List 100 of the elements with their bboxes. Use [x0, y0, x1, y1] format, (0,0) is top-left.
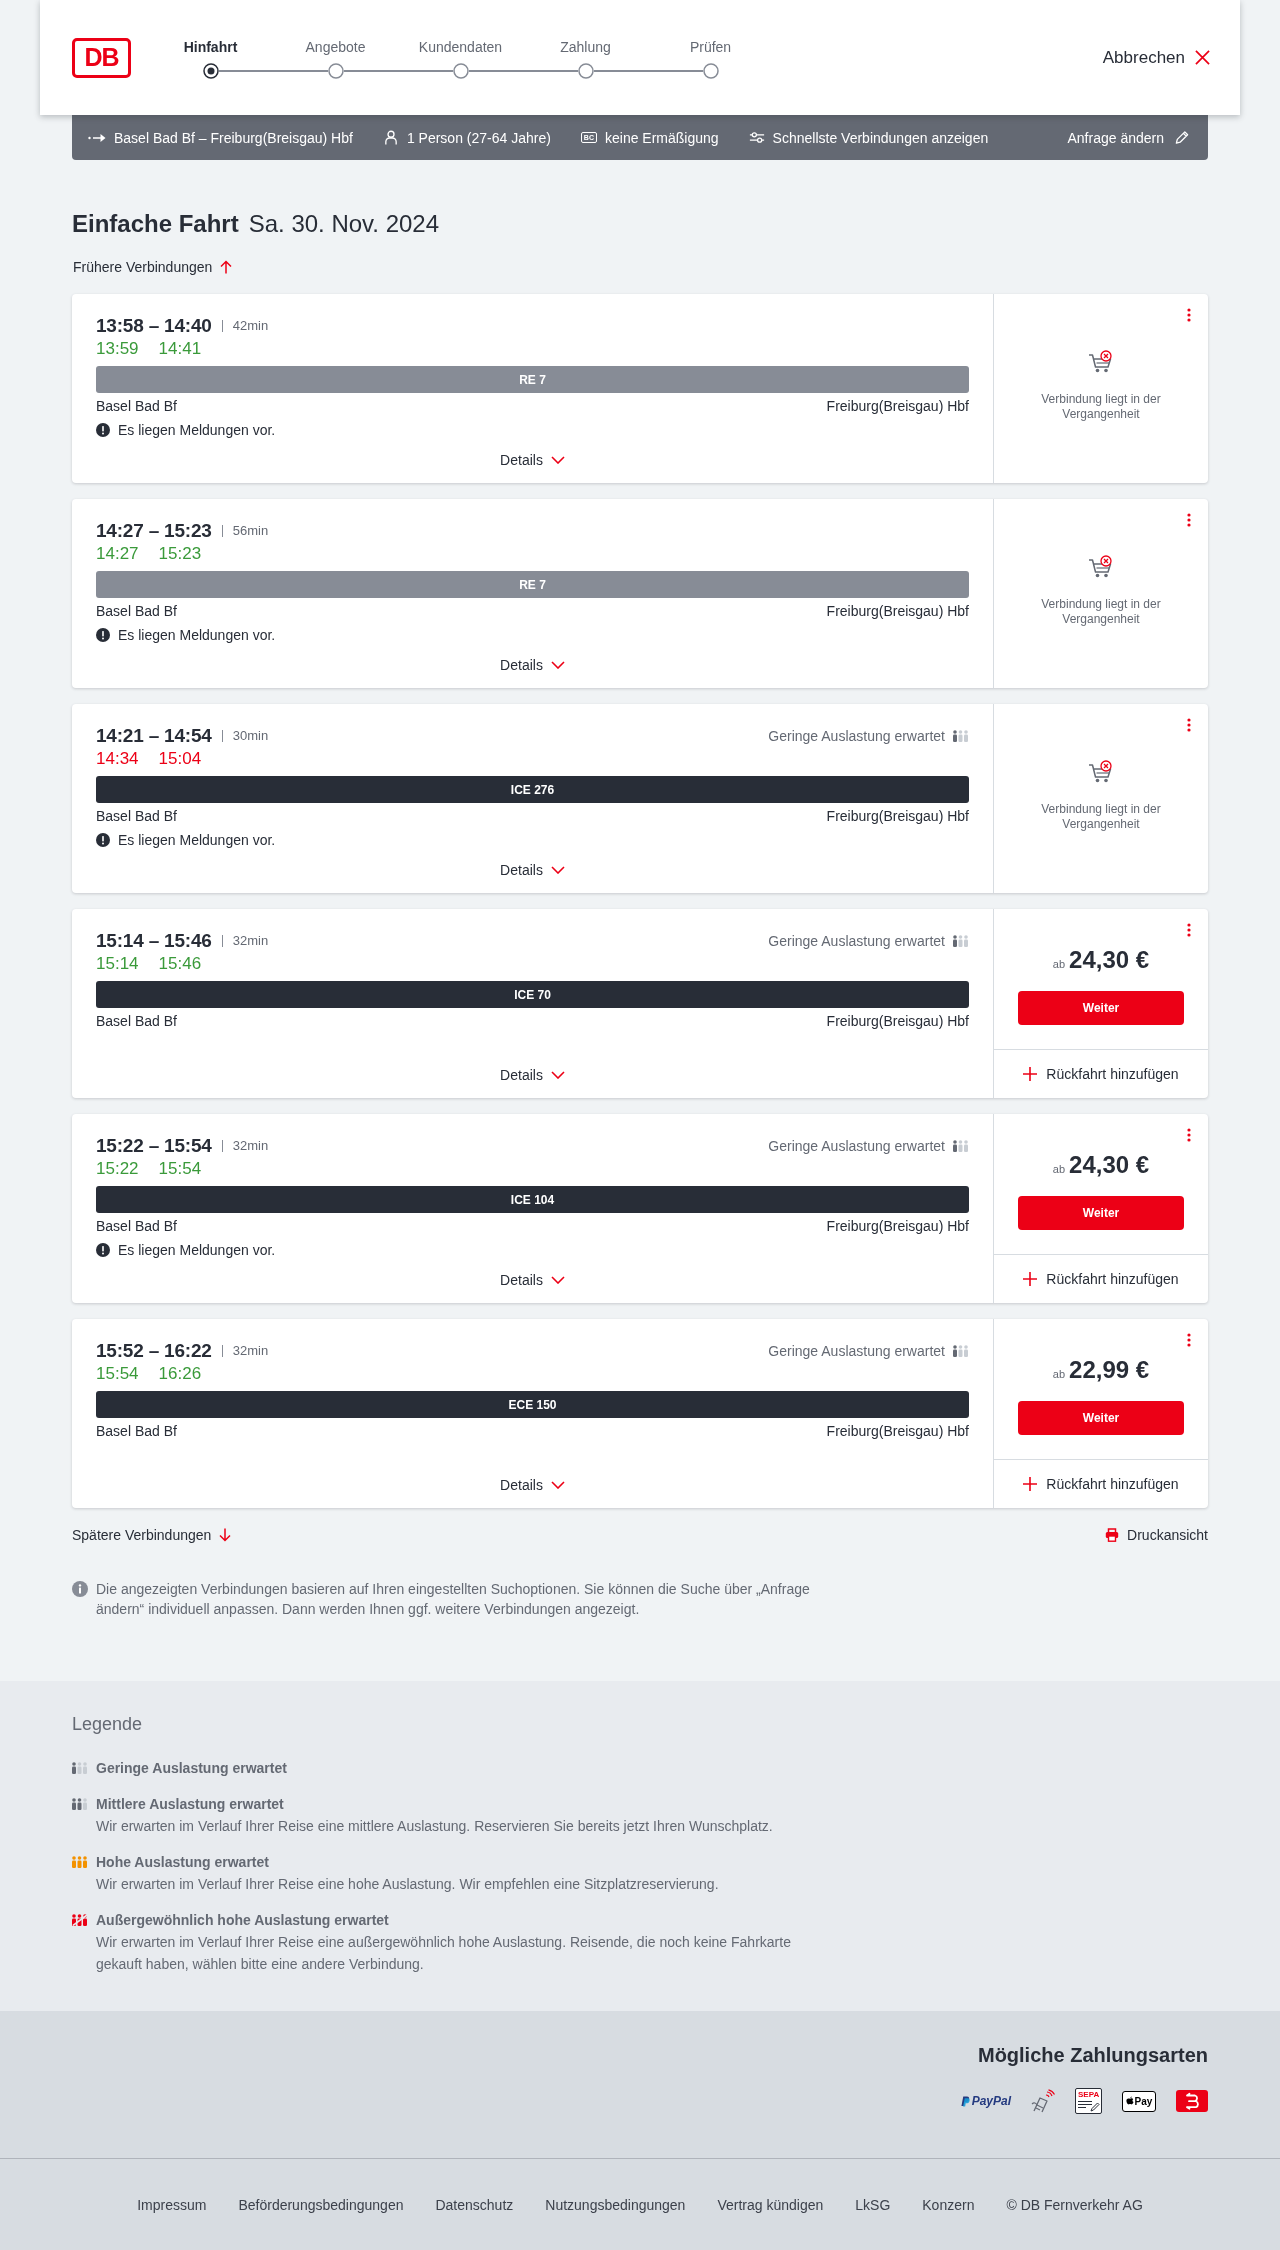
occupancy-label: Geringe Auslastung erwartet: [768, 1138, 945, 1154]
train-bar[interactable]: ICE 70: [96, 981, 969, 1008]
details-toggle[interactable]: Details: [500, 1474, 565, 1496]
footer-link[interactable]: Nutzungsbedingungen: [545, 2197, 686, 2213]
occupancy-icon: [953, 730, 969, 742]
footer-link[interactable]: Datenschutz: [435, 2197, 514, 2213]
later-connections-link[interactable]: Spätere Verbindungen: [72, 1525, 232, 1545]
occupancy-icon: [72, 1914, 88, 1926]
passengers-text: 1 Person (27-64 Jahre): [406, 129, 551, 146]
more-icon: [1187, 308, 1191, 322]
more-icon: [1187, 1333, 1191, 1347]
occupancy-icon: [953, 935, 969, 947]
arrow-down-icon: [219, 1528, 232, 1542]
arrow-up-icon: [220, 260, 233, 274]
arrival-station: Freiburg(Breisgau) Hbf: [826, 1012, 969, 1031]
occupancy-icon: [72, 1798, 88, 1810]
caret-down-icon: [550, 1276, 565, 1284]
duration: 30min: [221, 730, 269, 742]
arrival-station: Freiburg(Breisgau) Hbf: [826, 1422, 969, 1441]
more-options-button[interactable]: [1187, 308, 1191, 322]
duration: 56min: [221, 525, 269, 537]
paypal-label: PayPal: [971, 2094, 1011, 2108]
step-label: Hinfahrt: [183, 37, 238, 57]
person-icon: [382, 130, 399, 145]
cancel-button[interactable]: Abbrechen: [1102, 47, 1210, 68]
occupancy-icon: [72, 1856, 88, 1868]
warning-icon: [96, 1243, 110, 1257]
details-toggle[interactable]: Details: [500, 449, 565, 471]
continue-button[interactable]: Weiter: [1018, 1401, 1184, 1435]
footer-link[interactable]: Beförderungsbedingungen: [238, 2197, 404, 2213]
price-prefix: ab: [1052, 1367, 1066, 1382]
step-label: Zahlung: [560, 37, 611, 57]
notice-text: Es liegen Meldungen vor.: [118, 626, 276, 645]
db-logo[interactable]: DB: [72, 37, 131, 78]
tile-logo-icon: [1176, 2090, 1208, 2112]
details-toggle[interactable]: Details: [500, 1269, 565, 1291]
plus-icon: [1023, 1477, 1038, 1491]
duration: 32min: [221, 1140, 269, 1152]
realtime-time: 15:04: [158, 748, 202, 770]
continue-button[interactable]: Weiter: [1018, 1196, 1184, 1230]
arrival-station: Freiburg(Breisgau) Hbf: [826, 397, 969, 416]
train-bar[interactable]: ICE 276: [96, 776, 969, 803]
route-text: Basel Bad Bf – Freiburg(Breisgau) Hbf: [114, 129, 353, 146]
train-bar[interactable]: ECE 150: [96, 1391, 969, 1418]
more-options-button[interactable]: [1187, 923, 1191, 937]
notice-text: Es liegen Meldungen vor.: [118, 831, 276, 850]
discount-text: keine Ermäßigung: [605, 129, 719, 146]
arrival-station: Freiburg(Breisgau) Hbf: [826, 602, 969, 621]
details-toggle[interactable]: Details: [500, 1064, 565, 1086]
planned-times: 14:21 – 14:54: [96, 724, 212, 748]
close-icon: [1195, 50, 1210, 65]
continue-button[interactable]: Weiter: [1018, 991, 1184, 1025]
copyright-text: © DB Fernverkehr AG: [1006, 2197, 1143, 2213]
print-view-link[interactable]: Druckansicht: [1105, 1525, 1208, 1545]
legend-item-title: Außergewöhnlich hohe Auslastung erwartet: [96, 1911, 390, 1930]
add-return-button[interactable]: Rückfahrt hinzufügen: [994, 1459, 1208, 1508]
unavailable-text: Verbindung liegt in der Vergangenheit: [1040, 596, 1162, 627]
footer-link[interactable]: Vertrag kündigen: [717, 2197, 824, 2213]
payment-title: Mögliche Zahlungsarten: [977, 2043, 1208, 2068]
planned-times: 14:27 – 15:23: [96, 519, 212, 543]
departure-station: Basel Bad Bf: [96, 397, 177, 416]
legend-item-text: Wir erwarten im Verlauf Ihrer Reise eine mittlere Auslastung. Reservieren Sie bereits jetzt Ihren Wunschplatz.: [96, 1817, 774, 1836]
details-toggle[interactable]: Details: [500, 859, 565, 881]
legend-title: Legende: [72, 1713, 144, 1736]
add-return-button[interactable]: Rückfahrt hinzufügen: [994, 1049, 1208, 1098]
price-prefix: ab: [1052, 1162, 1066, 1177]
add-return-button[interactable]: Rückfahrt hinzufügen: [994, 1254, 1208, 1303]
page-title: Einfache Fahrt: [72, 209, 239, 239]
departure-station: Basel Bad Bf: [96, 1422, 177, 1441]
unavailable-text: Verbindung liegt in der Vergangenheit: [1040, 801, 1162, 832]
more-options-button[interactable]: [1187, 718, 1191, 732]
unavailable-text: Verbindung liegt in der Vergangenheit: [1040, 391, 1162, 422]
caret-down-icon: [550, 661, 565, 669]
realtime-time: 16:26: [158, 1363, 202, 1385]
departure-station: Basel Bad Bf: [96, 1217, 177, 1236]
step-label: Kundendaten: [418, 37, 503, 57]
footer-link[interactable]: Impressum: [137, 2197, 207, 2213]
occupancy-label: Geringe Auslastung erwartet: [768, 933, 945, 949]
realtime-time: 15:54: [96, 1363, 139, 1385]
step-label: Prüfen: [689, 37, 732, 57]
notice-text: Es liegen Meldungen vor.: [118, 1241, 276, 1260]
more-options-button[interactable]: [1187, 513, 1191, 527]
edit-request-button[interactable]: Anfrage ändern: [1067, 129, 1190, 146]
pencil-icon: [1174, 130, 1190, 145]
details-toggle[interactable]: Details: [500, 654, 565, 676]
more-options-button[interactable]: [1187, 1333, 1191, 1347]
footer-link[interactable]: LkSG: [855, 2197, 891, 2213]
realtime-time: 13:59: [96, 338, 139, 360]
more-options-button[interactable]: [1187, 1128, 1191, 1142]
realtime-time: 15:54: [158, 1158, 202, 1180]
apple-icon: [1125, 2096, 1134, 2106]
step-label: Angebote: [305, 37, 366, 57]
train-bar[interactable]: ICE 104: [96, 1186, 969, 1213]
legend-item-text: Wir erwarten im Verlauf Ihrer Reise eine hohe Auslastung. Wir empfehlen eine Sitzplatzreservierung.: [96, 1875, 720, 1894]
arrival-station: Freiburg(Breisgau) Hbf: [826, 807, 969, 826]
earlier-connections-link[interactable]: Frühere Verbindungen: [73, 257, 233, 277]
notice-text: Es liegen Meldungen vor.: [118, 421, 276, 440]
footer-link[interactable]: Konzern: [922, 2197, 975, 2213]
duration: 32min: [221, 935, 269, 947]
sepa-label: SEPA: [1078, 2090, 1100, 2099]
